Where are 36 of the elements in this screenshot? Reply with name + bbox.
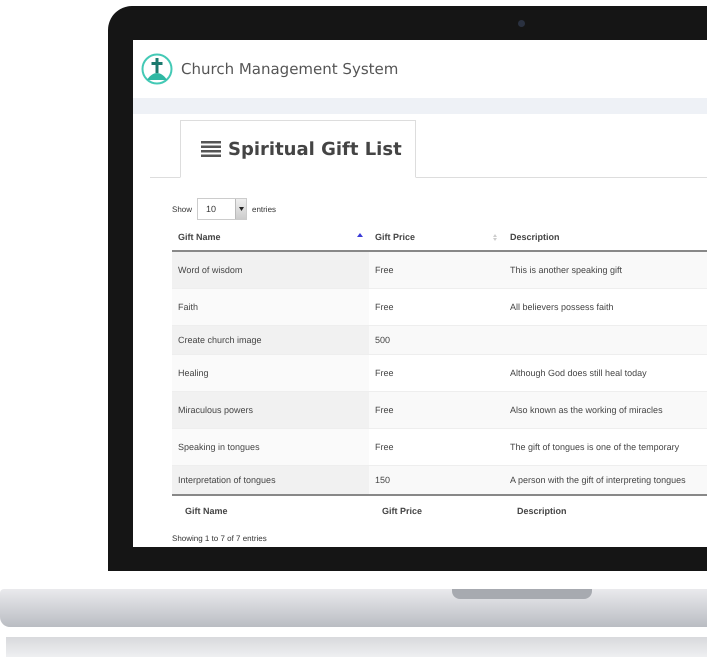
table-cell: Although God does still heal today (510, 368, 647, 378)
app-title: Church Management System (181, 60, 398, 78)
table-cell: This is another speaking gift (510, 265, 622, 275)
camera-icon (518, 20, 525, 26)
table-cell: Free (375, 302, 394, 312)
cross-logo-icon (141, 53, 173, 85)
column-header[interactable]: Description (510, 232, 560, 242)
table-cell: Free (375, 368, 394, 378)
table-cell: All believers possess faith (510, 302, 614, 312)
dropdown-arrow-icon (238, 207, 244, 211)
table-cell: Also known as the working of miracles (510, 405, 663, 415)
table-cell: Faith (178, 302, 198, 312)
column-footer: Description (517, 506, 567, 516)
table-cell: Speaking in tongues (178, 442, 260, 452)
table-cell: A person with the gift of interpreting tongues (510, 475, 686, 485)
column-header[interactable]: Gift Name (178, 232, 221, 242)
table-cell: 150 (375, 475, 390, 485)
entries-label: entries (252, 204, 276, 214)
column-footer: Gift Price (382, 506, 422, 516)
column-header[interactable]: Gift Price (375, 232, 416, 242)
table-info: Showing 1 to 7 of 7 entries (172, 534, 268, 543)
entries-select[interactable]: 10 (197, 198, 248, 220)
column-footer: Gift Name (185, 506, 228, 516)
table-cell: Free (375, 442, 394, 452)
table-cell: Create church image (178, 335, 262, 345)
show-label: Show (172, 204, 192, 214)
table-cell: The gift of tongues is one of the temporary (510, 442, 680, 452)
table-cell: Healing (178, 368, 209, 378)
panel-tab[interactable]: Spiritual Gift List (180, 120, 416, 178)
table-cell: 500 (375, 335, 390, 345)
table-cell: Interpretation of tongues (178, 475, 276, 485)
table-cell: Free (375, 405, 394, 415)
table-cell: Free (375, 265, 394, 275)
table-cell: Word of wisdom (178, 265, 242, 275)
table-cell: Miraculous powers (178, 405, 254, 415)
list-icon (201, 141, 221, 157)
